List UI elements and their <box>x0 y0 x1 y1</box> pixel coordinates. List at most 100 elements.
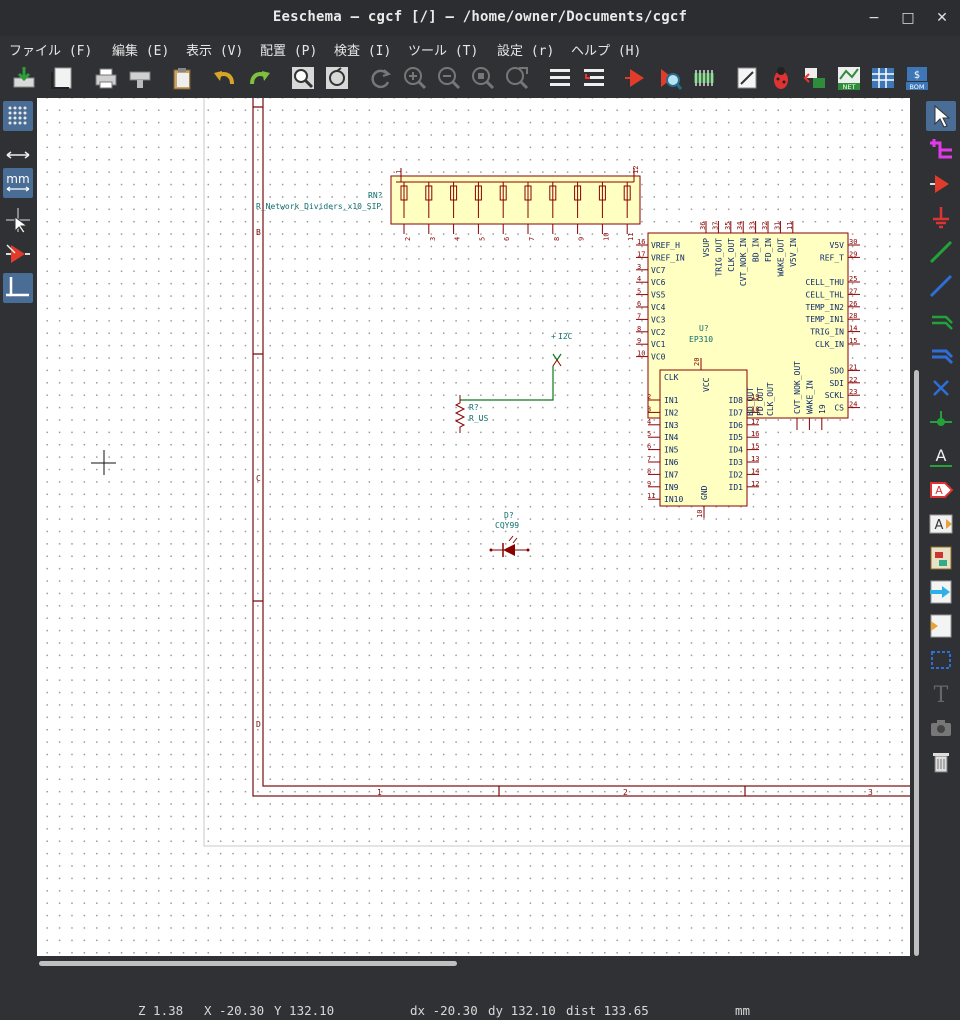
annotate-icon[interactable] <box>733 64 761 92</box>
menu-edit[interactable]: 編集 (E) <box>112 40 169 59</box>
image-icon[interactable] <box>926 713 956 743</box>
wire-angle-icon[interactable] <box>3 273 33 303</box>
plot-icon[interactable] <box>126 64 154 92</box>
refresh-icon[interactable] <box>367 64 395 92</box>
netlist-icon[interactable]: NET <box>835 64 863 92</box>
wire-to-bus-entry-icon[interactable] <box>926 305 956 335</box>
mux-pin-number: 13 <box>751 455 759 463</box>
i2c-label-text: I2C <box>558 332 573 341</box>
resistor-r[interactable]: R? R_US <box>454 395 488 433</box>
import-sheet-pin-icon[interactable] <box>926 577 956 607</box>
bus-to-bus-entry-icon[interactable] <box>926 339 956 369</box>
add-sheet-pin-icon[interactable] <box>926 611 956 641</box>
mux-pin-name: IN6 <box>664 458 679 467</box>
bom-icon[interactable]: $ BOM <box>903 64 931 92</box>
hierarchy-navigator-icon[interactable] <box>546 64 574 92</box>
erc-icon[interactable] <box>767 64 795 92</box>
cursor-style-icon[interactable] <box>3 205 33 235</box>
find-icon[interactable] <box>289 64 317 92</box>
undo-icon[interactable] <box>210 64 238 92</box>
ep-pin-number: 34 <box>736 222 744 230</box>
ep-pin-name: CLK_OUT <box>727 238 736 272</box>
ep-pin-number: 7 <box>637 312 641 320</box>
ep-pin-name: TRIG_OUT <box>714 238 723 277</box>
net-label-icon[interactable]: A <box>926 441 956 471</box>
zoom-out-icon[interactable] <box>435 64 463 92</box>
border-row-d: D <box>256 720 261 729</box>
zoom-in-icon[interactable] <box>401 64 429 92</box>
text-icon[interactable]: T <box>926 679 956 709</box>
paste-icon[interactable] <box>168 64 196 92</box>
diode-d[interactable]: D? CQY99 <box>489 511 530 557</box>
units-mm-icon[interactable]: mm <box>3 168 33 198</box>
ep-pin-name: CVT_NOK_OUT <box>793 361 802 414</box>
i2c-net-label[interactable]: + I2C <box>460 332 573 401</box>
print-icon[interactable] <box>92 64 120 92</box>
hidden-pins-icon[interactable] <box>3 239 33 269</box>
global-label-icon[interactable]: A <box>926 475 956 505</box>
mux-pin-name: ID1 <box>729 483 744 492</box>
minimize-button[interactable]: − <box>864 8 884 28</box>
find-replace-icon[interactable] <box>323 64 351 92</box>
schematic-drawing: B C D 1 2 3 2 3 4 5 6 7 8 9 10 11 RN? R_Network_D… <box>91 98 910 847</box>
add-power-icon[interactable] <box>926 203 956 233</box>
add-symbol-icon[interactable] <box>926 169 956 199</box>
ep-pin-name: VC6 <box>651 278 666 287</box>
menu-tools[interactable]: ツール (T) <box>408 40 478 59</box>
menu-help[interactable]: ヘルプ (H) <box>571 40 641 59</box>
junction-icon[interactable] <box>926 407 956 437</box>
menu-place[interactable]: 配置 (P) <box>260 40 317 59</box>
symbol-editor-icon[interactable] <box>622 64 650 92</box>
bom-table-icon[interactable] <box>869 64 897 92</box>
menu-file[interactable]: ファイル (F) <box>9 40 92 59</box>
zoom-selection-icon[interactable] <box>503 64 531 92</box>
mux-pin-name: IN10 <box>664 495 683 504</box>
hierarchical-label-icon[interactable]: A <box>926 509 956 539</box>
highlight-net-icon[interactable] <box>926 135 956 165</box>
leave-sheet-icon[interactable] <box>580 64 608 92</box>
grid-toggle-icon[interactable] <box>3 101 33 131</box>
border-col-3: 3 <box>868 788 873 797</box>
menu-view[interactable]: 表示 (V) <box>186 40 243 59</box>
assign-footprints-icon[interactable] <box>801 64 829 92</box>
mux-pin-number: 7 <box>647 455 651 463</box>
status-y: Y 132.10 <box>274 1003 335 1018</box>
ep-pin-name: CLK_IN <box>815 340 844 349</box>
graphic-lines-icon[interactable] <box>926 645 956 675</box>
select-icon[interactable] <box>926 101 956 131</box>
symbol-browser-icon[interactable] <box>656 64 684 92</box>
add-wire-icon[interactable] <box>926 237 956 267</box>
mux-pin-number: 10 <box>696 510 704 518</box>
ep-pin-name: VC3 <box>651 315 666 324</box>
delete-icon[interactable] <box>926 747 956 777</box>
hierarchical-sheet-icon[interactable] <box>926 543 956 573</box>
horizontal-scroll-thumb[interactable] <box>39 961 457 966</box>
no-connect-icon[interactable] <box>926 373 956 403</box>
ep-pin-number: 36 <box>699 222 707 230</box>
ep-pin-name: VSUP <box>702 238 711 257</box>
menu-preferences[interactable]: 設定 (r) <box>497 40 554 59</box>
schematic-canvas[interactable]: B C D 1 2 3 2 3 4 5 6 7 8 9 10 11 RN? R_Network_D… <box>37 98 910 956</box>
zoom-fit-icon[interactable] <box>469 64 497 92</box>
vertical-scrollbar[interactable] <box>912 98 922 956</box>
resistor-network[interactable]: 2 3 4 5 6 7 8 9 10 11 RN? R_Network_Dividers_x10_… <box>256 166 641 241</box>
maximize-button[interactable]: □ <box>898 8 918 28</box>
border-col-1: 1 <box>377 788 382 797</box>
save-icon[interactable] <box>10 64 38 92</box>
add-bus-icon[interactable] <box>926 271 956 301</box>
ep-pin-number: 25 <box>849 275 857 283</box>
ep-pin-name: VREF_IN <box>651 253 685 262</box>
page-settings-icon[interactable] <box>49 64 77 92</box>
vertical-scroll-thumb[interactable] <box>914 370 919 956</box>
ep-pin-number: 22 <box>849 376 857 384</box>
horizontal-scrollbar[interactable] <box>37 958 910 968</box>
rn-ref: RN? <box>368 191 383 200</box>
hier-label-icon-text: A <box>935 518 944 533</box>
ep-pin-name: TEMP_IN1 <box>805 315 844 324</box>
footprint-editor-icon[interactable] <box>690 64 718 92</box>
ep-pin-number: 5 <box>637 288 641 296</box>
close-button[interactable]: ✕ <box>932 8 952 28</box>
polar-coords-icon[interactable] <box>3 140 33 170</box>
redo-icon[interactable] <box>246 64 274 92</box>
menu-inspect[interactable]: 検査 (I) <box>334 40 391 59</box>
